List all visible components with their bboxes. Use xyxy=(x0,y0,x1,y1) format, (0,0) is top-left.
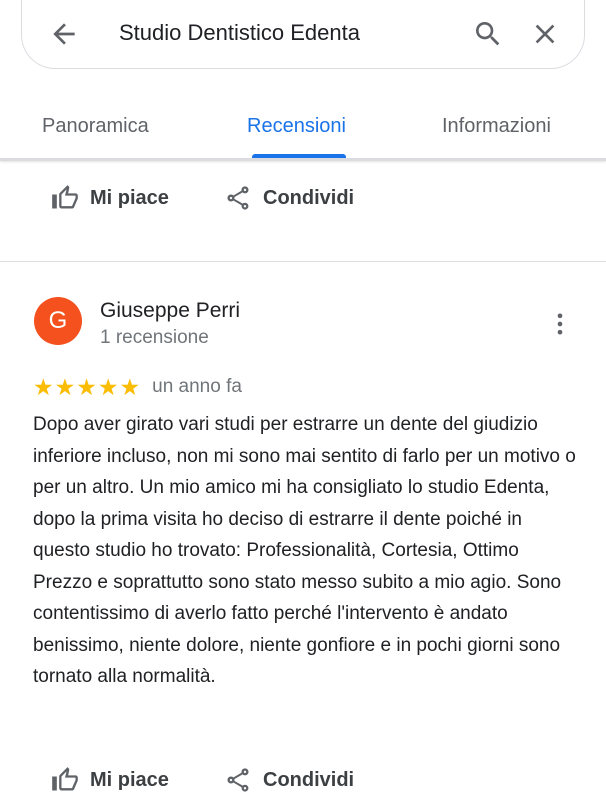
star-icon: ★ xyxy=(33,374,54,400)
thumb-up-icon xyxy=(52,767,78,791)
star-icon: ★ xyxy=(76,374,97,400)
tab-recensioni[interactable]: Recensioni xyxy=(247,115,346,138)
share-icon xyxy=(227,768,249,792)
share-label: Condividi xyxy=(263,186,355,209)
star-icon: ★ xyxy=(54,374,76,400)
share-button[interactable]: Condividi xyxy=(224,760,354,800)
review-text: Dopo aver girato vari studi per estrarre… xyxy=(33,414,576,687)
search-bar[interactable]: Studio Dentistico Edenta xyxy=(21,0,585,69)
tab-panoramica[interactable]: Panoramica xyxy=(42,115,149,138)
review-rating-row: ★ ★ ★ ★ ★ un anno fa xyxy=(33,374,242,400)
review-date: un anno fa xyxy=(152,376,242,397)
tabs-divider xyxy=(0,158,606,161)
search-icon[interactable] xyxy=(472,18,504,50)
review-author[interactable]: Giuseppe Perri xyxy=(100,299,240,323)
share-icon xyxy=(227,186,249,210)
more-options-icon[interactable] xyxy=(546,310,574,338)
like-button[interactable]: Mi piace xyxy=(51,178,169,218)
close-icon[interactable] xyxy=(529,18,561,50)
tab-bar: Panoramica Recensioni Informazioni xyxy=(0,100,606,160)
avatar[interactable]: G xyxy=(34,297,82,345)
search-query[interactable]: Studio Dentistico Edenta xyxy=(119,20,360,46)
thumb-up-icon xyxy=(52,185,78,209)
share-button[interactable]: Condividi xyxy=(224,178,354,218)
previous-review-actions: Mi piace Condividi xyxy=(0,178,606,218)
maps-reviews-page: Studio Dentistico Edenta Panoramica Rece… xyxy=(0,0,606,805)
star-rating: ★ ★ ★ ★ ★ xyxy=(33,374,141,400)
review-actions: Mi piace Condividi xyxy=(0,760,606,800)
like-button[interactable]: Mi piace xyxy=(51,760,169,800)
review-divider xyxy=(0,261,606,262)
review-author-count: 1 recensione xyxy=(100,327,209,348)
like-label: Mi piace xyxy=(90,186,169,209)
star-icon: ★ xyxy=(97,374,119,400)
like-label: Mi piace xyxy=(90,768,169,791)
share-label: Condividi xyxy=(263,768,355,791)
star-icon: ★ xyxy=(119,374,141,400)
tab-informazioni[interactable]: Informazioni xyxy=(442,115,551,138)
back-arrow-icon[interactable] xyxy=(48,18,80,50)
